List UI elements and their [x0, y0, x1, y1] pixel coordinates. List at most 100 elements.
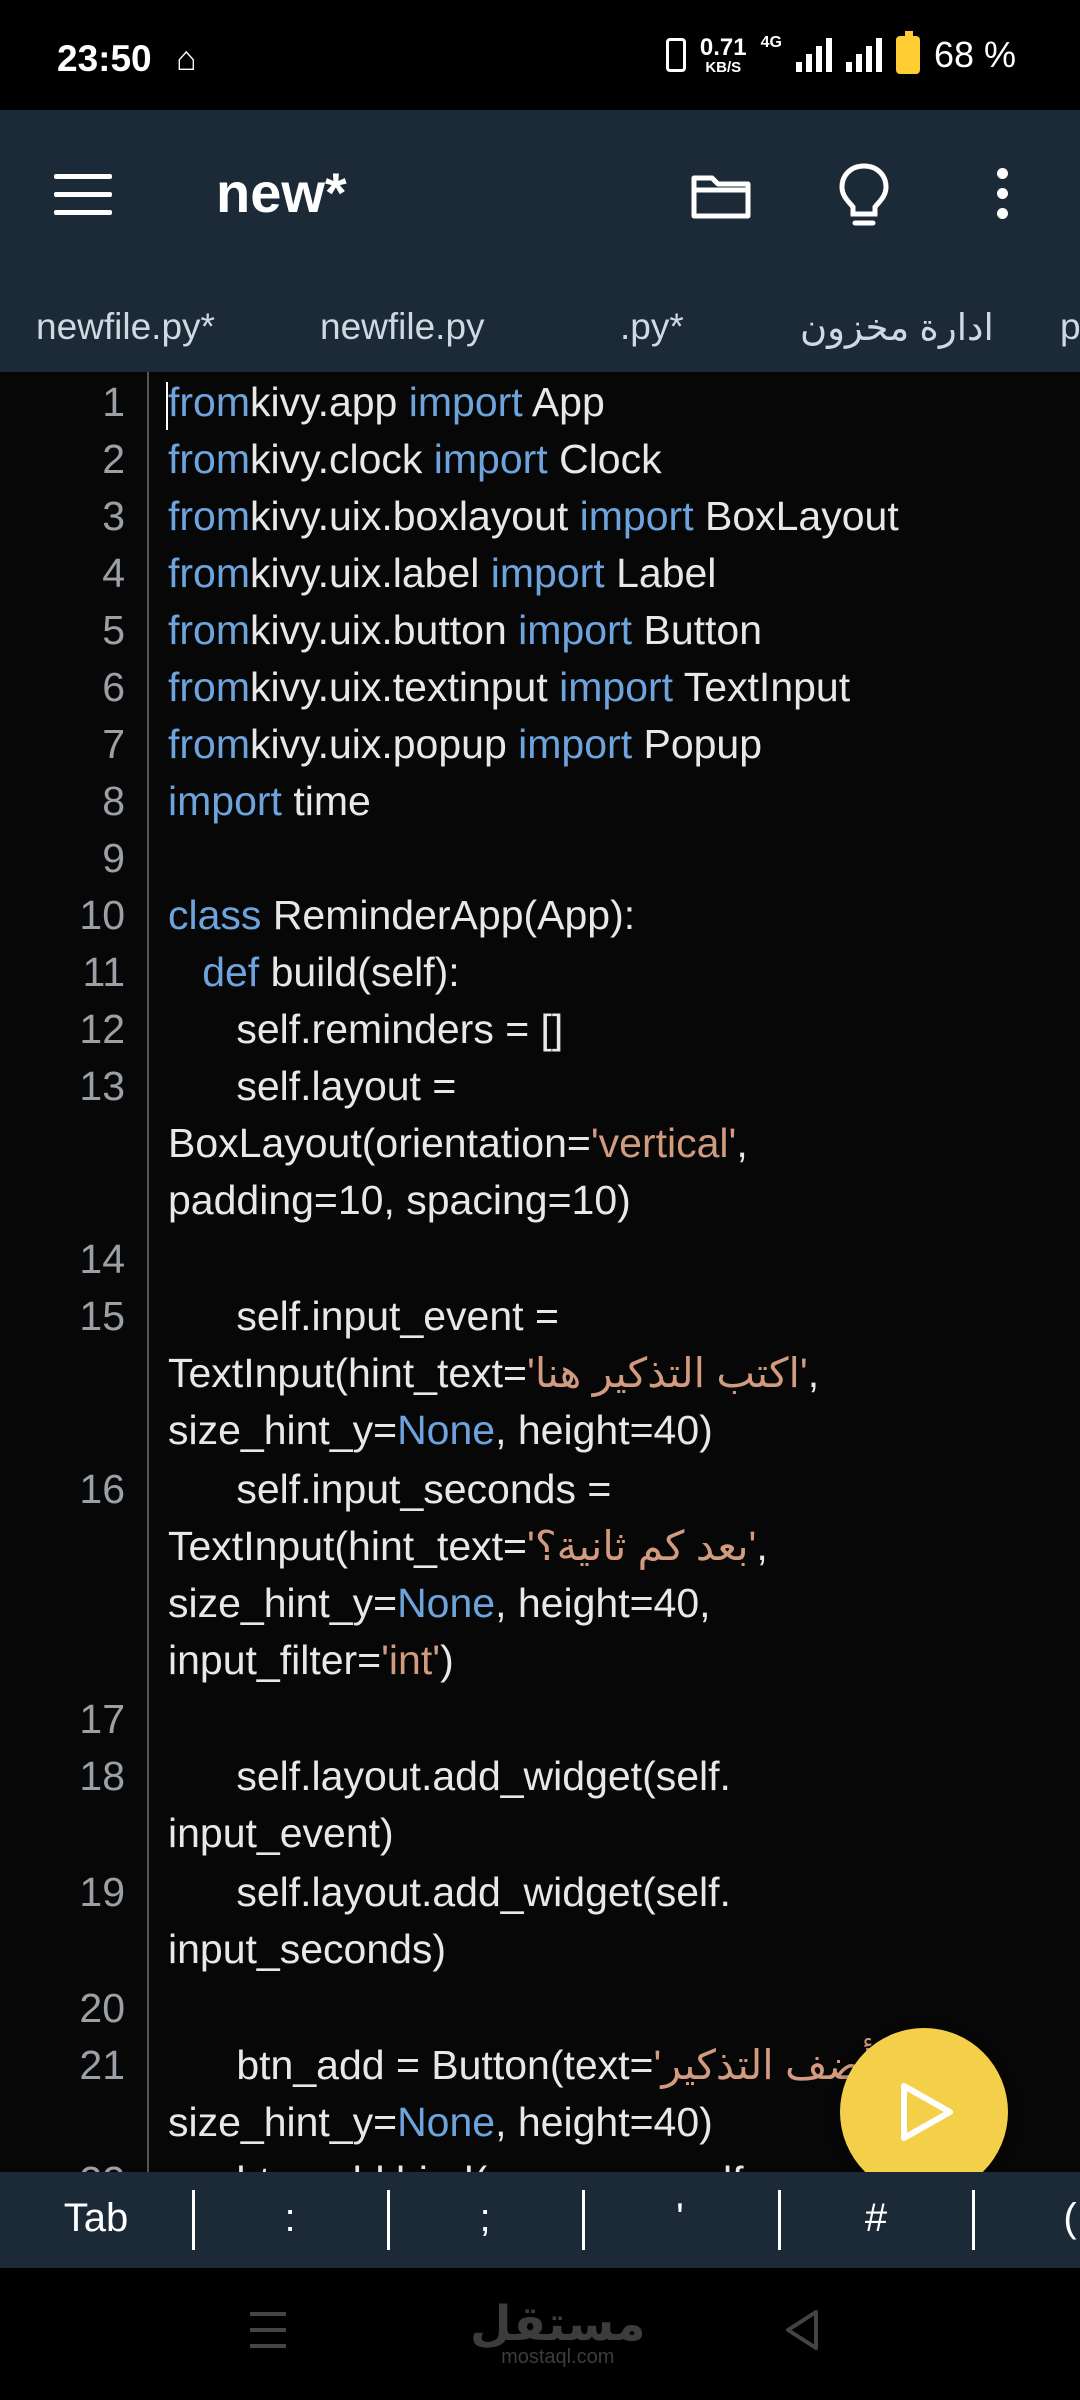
app-bar: new*: [0, 110, 1080, 280]
status-icons: 0.71 KB/S 4G 68 %: [665, 31, 1016, 76]
code-text: def build(self):: [168, 944, 1068, 1001]
symbol-key-tab[interactable]: Tab: [46, 2196, 146, 2241]
line-number: 18: [79, 1753, 125, 1799]
code-token: Clock: [547, 436, 662, 482]
code-string: 'int': [381, 1637, 441, 1683]
battery-icon: [895, 31, 920, 74]
code-keyword: import: [408, 379, 523, 425]
code-token: Popup: [632, 721, 763, 767]
symbol-key-quote[interactable]: ': [630, 2196, 730, 2241]
code-text: fromkivy.uix.textinput import TextInput: [168, 659, 1068, 716]
code-keyword: import: [518, 721, 633, 767]
signal-icon: [795, 38, 832, 72]
code-token: kivy.clock: [250, 436, 434, 482]
code-editor[interactable]: 1 fromkivy.app import App 2 fromkivy.clock …: [0, 372, 1080, 2172]
menu-icon[interactable]: [54, 174, 112, 216]
code-keyword: import: [490, 550, 605, 596]
network-type: 4G: [760, 34, 782, 51]
code-keyword: from: [168, 721, 250, 767]
watermark: مستقل mostaql.com: [470, 2296, 646, 2369]
folder-icon[interactable]: [690, 170, 752, 220]
symbol-separator: [778, 2190, 781, 2250]
code-token: kivy.uix.textinput: [250, 664, 560, 710]
symbol-key-hash[interactable]: #: [826, 2196, 926, 2241]
tab-newfile-py[interactable]: newfile.py: [320, 306, 485, 348]
line-number: 21: [79, 2042, 125, 2088]
tab-inventory[interactable]: ادارة مخزون: [800, 306, 994, 349]
line-number: 22: [0, 2153, 125, 2172]
status-time: 23:50: [57, 38, 152, 79]
code-keyword: import: [433, 436, 548, 482]
symbol-key-colon[interactable]: :: [240, 2196, 340, 2241]
code-token: self.layout.add_widget(self. input_secon…: [168, 1869, 731, 1972]
code-token: ReminderApp(App):: [261, 892, 636, 938]
network-speed-unit: KB/S: [705, 58, 742, 76]
tab-py-modified[interactable]: .py*: [620, 306, 684, 348]
run-button[interactable]: [840, 2028, 1008, 2196]
line-number: 9: [102, 835, 125, 881]
code-keyword: None: [397, 2099, 496, 2145]
line-number: 19: [79, 1869, 125, 1915]
line-number: 2: [102, 436, 125, 482]
more-vert-icon[interactable]: [990, 168, 1014, 228]
code-token: , height=40): [495, 2099, 713, 2145]
code-keyword: import: [168, 778, 282, 824]
lightbulb-icon[interactable]: [838, 162, 890, 230]
gutter-divider: [147, 372, 149, 2172]
symbol-separator: [387, 2190, 390, 2250]
line-number: 5: [102, 607, 125, 653]
tab-partial[interactable]: p: [1060, 306, 1080, 348]
code-token: kivy.uix.boxlayout: [250, 493, 580, 539]
code-token: Label: [604, 550, 717, 596]
code-token: self.input_event = TextInput(hint_text=: [168, 1293, 559, 1396]
vibrate-icon: [665, 38, 686, 72]
watermark-arabic: مستقل: [470, 2298, 646, 2351]
system-nav-bar: مستقل mostaql.com: [0, 2268, 1080, 2400]
battery-level: 68 %: [933, 34, 1016, 75]
code-keyword: from: [168, 436, 250, 482]
code-token: self.layout = BoxLayout(orientation=: [168, 1063, 591, 1166]
code-token: kivy.uix.popup: [250, 721, 519, 767]
line-number: 14: [79, 1236, 125, 1282]
code-token: time: [281, 778, 371, 824]
play-icon: [901, 2083, 953, 2141]
line-number: 7: [102, 721, 125, 767]
code-string: 'بعد كم ثانية؟': [526, 1523, 757, 1569]
code-token: build(self):: [259, 949, 460, 995]
code-string: 'اكتب التذكير هنا': [526, 1350, 808, 1396]
code-keyword: from: [168, 607, 250, 653]
back-icon[interactable]: [782, 2308, 822, 2352]
line-number: 3: [102, 493, 125, 539]
line-number: 16: [79, 1466, 125, 1512]
recents-icon[interactable]: [248, 2308, 288, 2352]
code-keyword: from: [168, 550, 250, 596]
code-token: TextInput: [673, 664, 851, 710]
code-text: import time: [168, 773, 1068, 830]
symbol-bar: Tab : ; ' # (: [0, 2172, 1080, 2268]
symbol-key-semicolon[interactable]: ;: [435, 2196, 535, 2241]
line-number: 6: [102, 664, 125, 710]
code-token: btn_add.bind(on_press=self.: [168, 2158, 755, 2172]
line-number: 15: [79, 1293, 125, 1339]
code-keyword: import: [559, 664, 674, 710]
code-text: self.input_event = TextInput(hint_text='…: [168, 1288, 1068, 1459]
code-keyword: from: [168, 379, 250, 425]
code-text: self.input_seconds = TextInput(hint_text…: [168, 1461, 1068, 1689]
line-number: 13: [79, 1063, 125, 1109]
code-text: self.layout = BoxLayout(orientation='ver…: [168, 1058, 1068, 1229]
code-string: 'vertical': [590, 1120, 737, 1166]
code-text: fromkivy.uix.button import Button: [168, 602, 1068, 659]
code-text: self.reminders = []: [168, 1001, 1068, 1058]
symbol-separator: [192, 2190, 195, 2250]
tab-newfile-py-modified[interactable]: newfile.py*: [36, 306, 215, 348]
code-keyword: def: [202, 949, 260, 995]
file-tabs: newfile.py* newfile.py .py* ادارة مخزون …: [0, 280, 1080, 372]
code-text: fromkivy.app import App: [168, 374, 1068, 431]
code-token: , height=40): [495, 1407, 713, 1453]
symbol-separator: [972, 2190, 975, 2250]
code-text: self.layout.add_widget(self. input_event…: [168, 1748, 1068, 1862]
symbol-key-paren[interactable]: (: [1020, 2196, 1080, 2241]
network-speed: 0.71 KB/S: [700, 35, 747, 76]
line-number: 8: [102, 778, 125, 824]
